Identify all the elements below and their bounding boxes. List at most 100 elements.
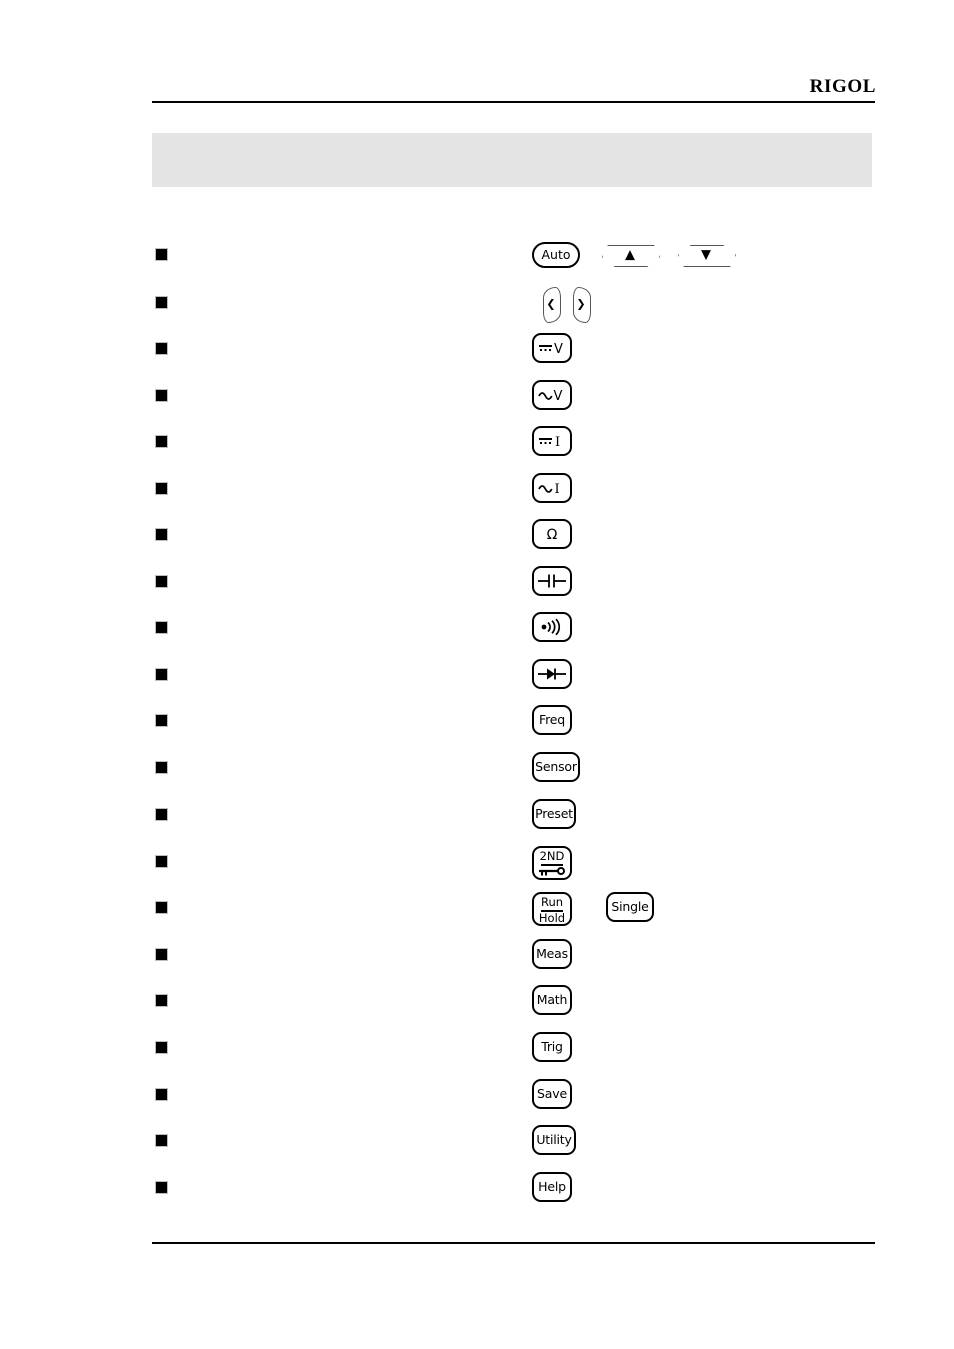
right-arrow-key[interactable]: ❯ xyxy=(572,287,591,323)
ac-voltage-key[interactable]: V xyxy=(532,380,572,410)
square-bullet-icon xyxy=(156,1042,167,1053)
svg-text:V: V xyxy=(554,389,563,404)
rigol-logo: RIGOL xyxy=(809,76,876,97)
svg-text:I: I xyxy=(555,435,560,450)
second-function-key-label: 2ND xyxy=(539,849,565,863)
list-item xyxy=(0,610,954,650)
auto-key[interactable]: Auto xyxy=(532,242,580,268)
capacitance-key[interactable] xyxy=(532,566,572,596)
list-item: V xyxy=(0,378,954,418)
list-item: Freq xyxy=(0,703,954,743)
key-cluster: V xyxy=(532,331,584,371)
list-item: ❮ ❯ xyxy=(0,285,954,325)
square-bullet-icon xyxy=(156,390,167,401)
run-hold-key-line1: Run xyxy=(540,895,564,909)
math-key-label: Math xyxy=(536,991,568,1007)
chevron-down-icon: ▼ xyxy=(701,247,711,263)
key-cluster xyxy=(532,564,584,604)
svg-text:I: I xyxy=(555,482,560,497)
freq-key-label: Freq xyxy=(539,711,565,727)
square-bullet-icon xyxy=(156,1089,167,1100)
square-bullet-icon xyxy=(156,902,167,913)
list-item xyxy=(0,564,954,604)
math-key[interactable]: Math xyxy=(532,985,572,1015)
list-item: Math xyxy=(0,983,954,1023)
square-bullet-icon xyxy=(156,669,167,680)
list-item: I xyxy=(0,471,954,511)
utility-key-label: Utility xyxy=(536,1131,572,1147)
square-bullet-icon xyxy=(156,856,167,867)
square-bullet-icon xyxy=(156,995,167,1006)
chevron-right-icon: ❯ xyxy=(576,297,586,311)
aci-icon: I xyxy=(534,475,570,501)
dc-current-key[interactable]: I xyxy=(532,426,572,456)
key-cluster: Help xyxy=(532,1170,584,1210)
ac-current-key[interactable]: I xyxy=(532,473,572,503)
square-bullet-icon xyxy=(156,762,167,773)
footer-rule xyxy=(152,1242,875,1244)
list-item: 2ND xyxy=(0,844,954,884)
utility-key[interactable]: Utility xyxy=(532,1125,576,1155)
list-item: Meas xyxy=(0,937,954,977)
trig-key[interactable]: Trig xyxy=(532,1032,572,1062)
square-bullet-icon xyxy=(156,249,167,260)
chevron-up-icon: ▲ xyxy=(625,247,635,263)
key-cluster: 2ND xyxy=(532,844,584,884)
trig-key-label: Trig xyxy=(541,1038,563,1054)
left-arrow-key[interactable]: ❮ xyxy=(542,287,561,323)
key-cluster: I xyxy=(532,424,584,464)
diode-key[interactable] xyxy=(532,659,572,689)
key-cluster xyxy=(532,657,584,697)
help-key[interactable]: Help xyxy=(532,1172,572,1202)
square-bullet-icon xyxy=(156,715,167,726)
key-cluster: Math xyxy=(532,983,584,1023)
square-bullet-icon xyxy=(156,297,167,308)
manual-page: RIGOL Auto ▲ ▼ ❮ ❯ V V I I Ω Freq Sensor… xyxy=(0,0,954,1349)
auto-key-label: Auto xyxy=(541,246,571,262)
key-cluster: Sensor xyxy=(532,750,592,790)
continuity-key[interactable] xyxy=(532,612,572,642)
square-bullet-icon xyxy=(156,343,167,354)
single-key[interactable]: Single xyxy=(606,892,654,922)
header-rule xyxy=(152,101,875,103)
second-function-key-divider xyxy=(541,864,563,866)
help-key-label: Help xyxy=(538,1178,566,1194)
ohm-icon: Ω xyxy=(534,521,570,547)
square-bullet-icon xyxy=(156,949,167,960)
diode-icon xyxy=(534,661,570,687)
save-key[interactable]: Save xyxy=(532,1079,572,1109)
list-item: Preset xyxy=(0,797,954,837)
second-function-key[interactable]: 2ND xyxy=(532,846,572,880)
square-bullet-icon xyxy=(156,1135,167,1146)
list-item: V xyxy=(0,331,954,371)
key-cluster: Trig xyxy=(532,1030,584,1070)
key-cluster: Save xyxy=(532,1077,584,1117)
square-bullet-icon xyxy=(156,529,167,540)
key-cluster xyxy=(532,610,584,650)
cont-icon xyxy=(534,614,570,640)
freq-key[interactable]: Freq xyxy=(532,705,572,735)
list-item: Save xyxy=(0,1077,954,1117)
meas-key[interactable]: Meas xyxy=(532,939,572,969)
list-item: Sensor xyxy=(0,750,954,790)
dc-voltage-key[interactable]: V xyxy=(532,333,572,363)
up-arrow-key[interactable]: ▲ xyxy=(602,243,660,267)
key-cluster: Utility xyxy=(532,1123,588,1163)
down-arrow-key[interactable]: ▼ xyxy=(678,243,736,267)
run-hold-key[interactable]: Run Hold xyxy=(532,892,572,926)
run-hold-key-line2: Hold xyxy=(538,911,566,925)
key-cluster: Freq xyxy=(532,703,584,743)
key-cluster: I xyxy=(532,471,584,511)
section-heading-band xyxy=(152,133,872,187)
square-bullet-icon xyxy=(156,436,167,447)
preset-key[interactable]: Preset xyxy=(532,799,576,829)
key-cluster: V xyxy=(532,378,584,418)
square-bullet-icon xyxy=(156,809,167,820)
list-item: Auto ▲ ▼ xyxy=(0,237,954,277)
svg-text:Ω: Ω xyxy=(547,527,558,543)
list-item: Trig xyxy=(0,1030,954,1070)
resistance-key[interactable]: Ω xyxy=(532,519,572,549)
sensor-key[interactable]: Sensor xyxy=(532,752,580,782)
svg-text:V: V xyxy=(554,342,563,357)
list-item xyxy=(0,657,954,697)
